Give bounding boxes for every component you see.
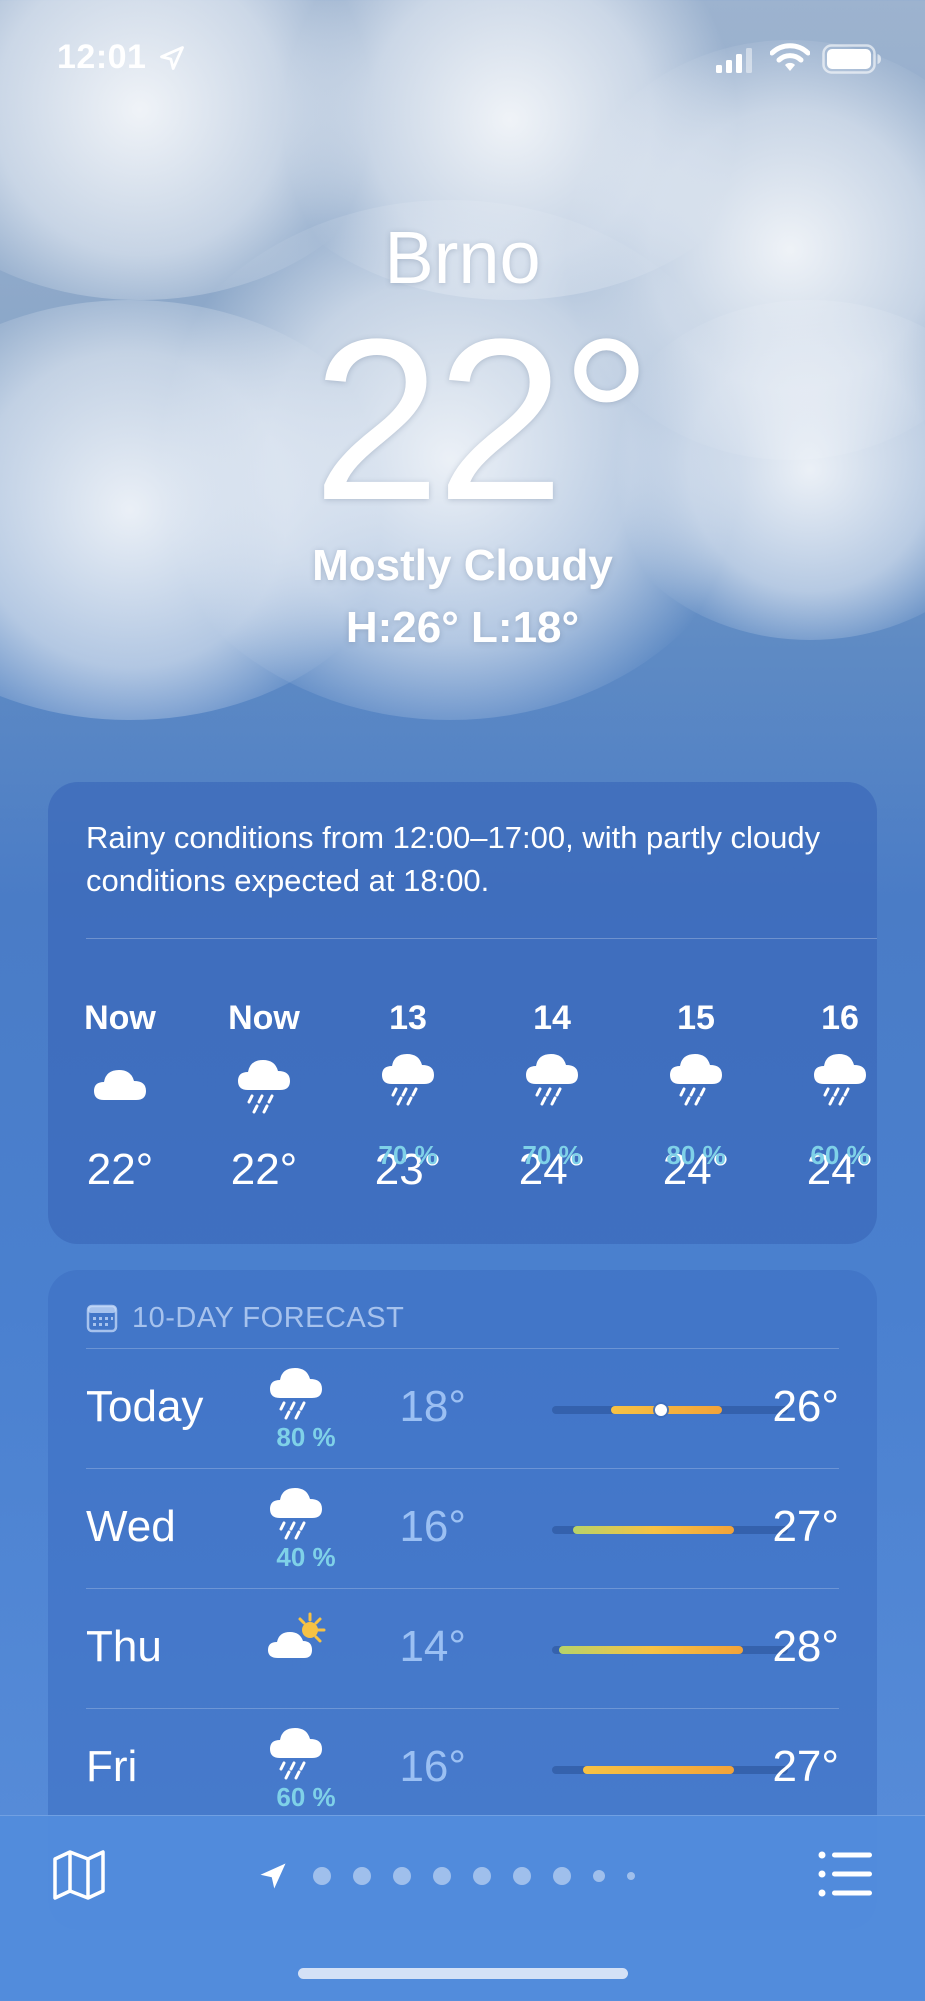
map-icon[interactable]: [52, 1849, 106, 1901]
location-arrow-icon: [260, 1863, 286, 1889]
hourly-item: Now 22°: [192, 998, 336, 1196]
hourly-item: 13 70 % 23°: [336, 998, 480, 1196]
forecast-row-thu[interactable]: Thu 14° 28°: [86, 1590, 839, 1708]
hour-temp: 22°: [86, 1145, 154, 1194]
temperature-range-bar: [552, 1646, 788, 1654]
hourly-forecast-card[interactable]: Rainy conditions from 12:00–17:00, with …: [48, 782, 877, 1244]
hourly-item: 14 70 % 24°: [480, 998, 624, 1196]
cloud-rain-icon: [814, 1054, 866, 1106]
page-indicator[interactable]: [258, 1856, 646, 1896]
hour-label: Now: [84, 999, 156, 1037]
condition-text: Mostly Cloudy: [312, 541, 613, 590]
forecast-day: Fri: [86, 1742, 138, 1791]
temperature-range-fill: [559, 1646, 744, 1654]
temperature-range-bar: [552, 1526, 788, 1534]
cloud-icon: [94, 1070, 146, 1100]
cloud-rain-icon: [270, 1488, 322, 1540]
page-dot[interactable]: [353, 1867, 371, 1885]
status-bar: 12:01: [0, 0, 925, 120]
cloud-rain-icon: [238, 1060, 290, 1114]
hour-label: 15: [677, 999, 715, 1037]
forecast-precip-chance: 40 %: [276, 1542, 336, 1572]
divider: [86, 1348, 839, 1349]
forecast-low: 18°: [399, 1382, 466, 1431]
divider: [86, 1708, 839, 1709]
forecast-row-wed[interactable]: Wed 40 % 16° 27°: [86, 1470, 839, 1588]
forecast-precip-chance: 60 %: [276, 1782, 336, 1812]
cellular-signal-icon: [716, 48, 752, 73]
forecast-day: Thu: [86, 1622, 162, 1671]
page-dot[interactable]: [553, 1867, 571, 1885]
page-dot[interactable]: [393, 1867, 411, 1885]
forecast-high: 27°: [772, 1502, 839, 1551]
forecast-header: 10-DAY FORECAST: [86, 1298, 404, 1338]
list-icon[interactable]: [817, 1849, 873, 1899]
status-time: 12:01: [57, 38, 147, 76]
cloud-rain-icon: [526, 1054, 578, 1106]
high-low-text: H:26° L:18°: [345, 603, 580, 652]
forecast-day: Wed: [86, 1502, 176, 1551]
page-dot[interactable]: [627, 1872, 635, 1880]
cloud-rain-icon: [382, 1054, 434, 1106]
hourly-summary: Rainy conditions from 12:00–17:00, with …: [86, 820, 821, 898]
hour-label: Now: [228, 999, 300, 1037]
forecast-low: 16°: [399, 1742, 466, 1791]
forecast-high: 27°: [772, 1742, 839, 1791]
forecast-high: 28°: [772, 1622, 839, 1671]
hour-temp: 22°: [230, 1145, 298, 1194]
hourly-item: Now 22°: [48, 998, 192, 1196]
forecast-precip-chance: 80 %: [276, 1422, 336, 1452]
home-indicator[interactable]: [298, 1968, 628, 1979]
page-dot[interactable]: [593, 1870, 605, 1882]
cloud-rain-icon: [670, 1054, 722, 1106]
cloud-rain-icon: [270, 1368, 322, 1420]
page-dot[interactable]: [313, 1867, 331, 1885]
hour-label: 13: [389, 999, 427, 1037]
forecast-low: 16°: [399, 1502, 466, 1551]
forecast-low: 14°: [399, 1622, 466, 1671]
hour-precip-chance: 70 %: [522, 1140, 582, 1170]
temperature-range-bar: [552, 1404, 788, 1416]
wifi-icon: [770, 43, 810, 71]
hour-precip-chance: 70 %: [378, 1140, 438, 1170]
hourly-item: 15 80 % 24°: [624, 998, 768, 1196]
cloud-rain-icon: [270, 1728, 322, 1780]
battery-icon: [822, 44, 881, 74]
forecast-title: 10-DAY FORECAST: [132, 1301, 405, 1334]
temperature-range-fill: [573, 1526, 734, 1534]
hour-label: 16: [821, 999, 859, 1037]
calendar-icon: [86, 1304, 118, 1333]
divider: [86, 1468, 839, 1469]
forecast-row-today[interactable]: Today 80 % 18° 26°: [86, 1350, 839, 1468]
hour-label: 14: [533, 999, 571, 1037]
page-dot[interactable]: [473, 1867, 491, 1885]
forecast-day: Today: [86, 1382, 204, 1431]
forecast-row-fri[interactable]: Fri 60 % 16° 27°: [86, 1710, 839, 1828]
page-dot[interactable]: [433, 1867, 451, 1885]
forecast-high: 26°: [772, 1382, 839, 1431]
location-arrow-icon: [160, 46, 184, 70]
current-temperature: 22°: [312, 291, 653, 548]
temperature-range-fill: [582, 1766, 734, 1774]
divider: [86, 938, 877, 939]
temperature-range-bar: [552, 1766, 788, 1774]
current-temperature-dot: [654, 1404, 667, 1416]
divider: [86, 1588, 839, 1589]
current-weather: Brno 22° Mostly Cloudy H:26° L:18°: [0, 210, 925, 656]
partly-sunny-icon: [268, 1612, 326, 1658]
page-dot[interactable]: [513, 1867, 531, 1885]
hour-precip-chance: 60 %: [810, 1140, 870, 1170]
hourly-item: 16 60 % 24°: [768, 998, 877, 1196]
hour-precip-chance: 80 %: [666, 1140, 726, 1170]
